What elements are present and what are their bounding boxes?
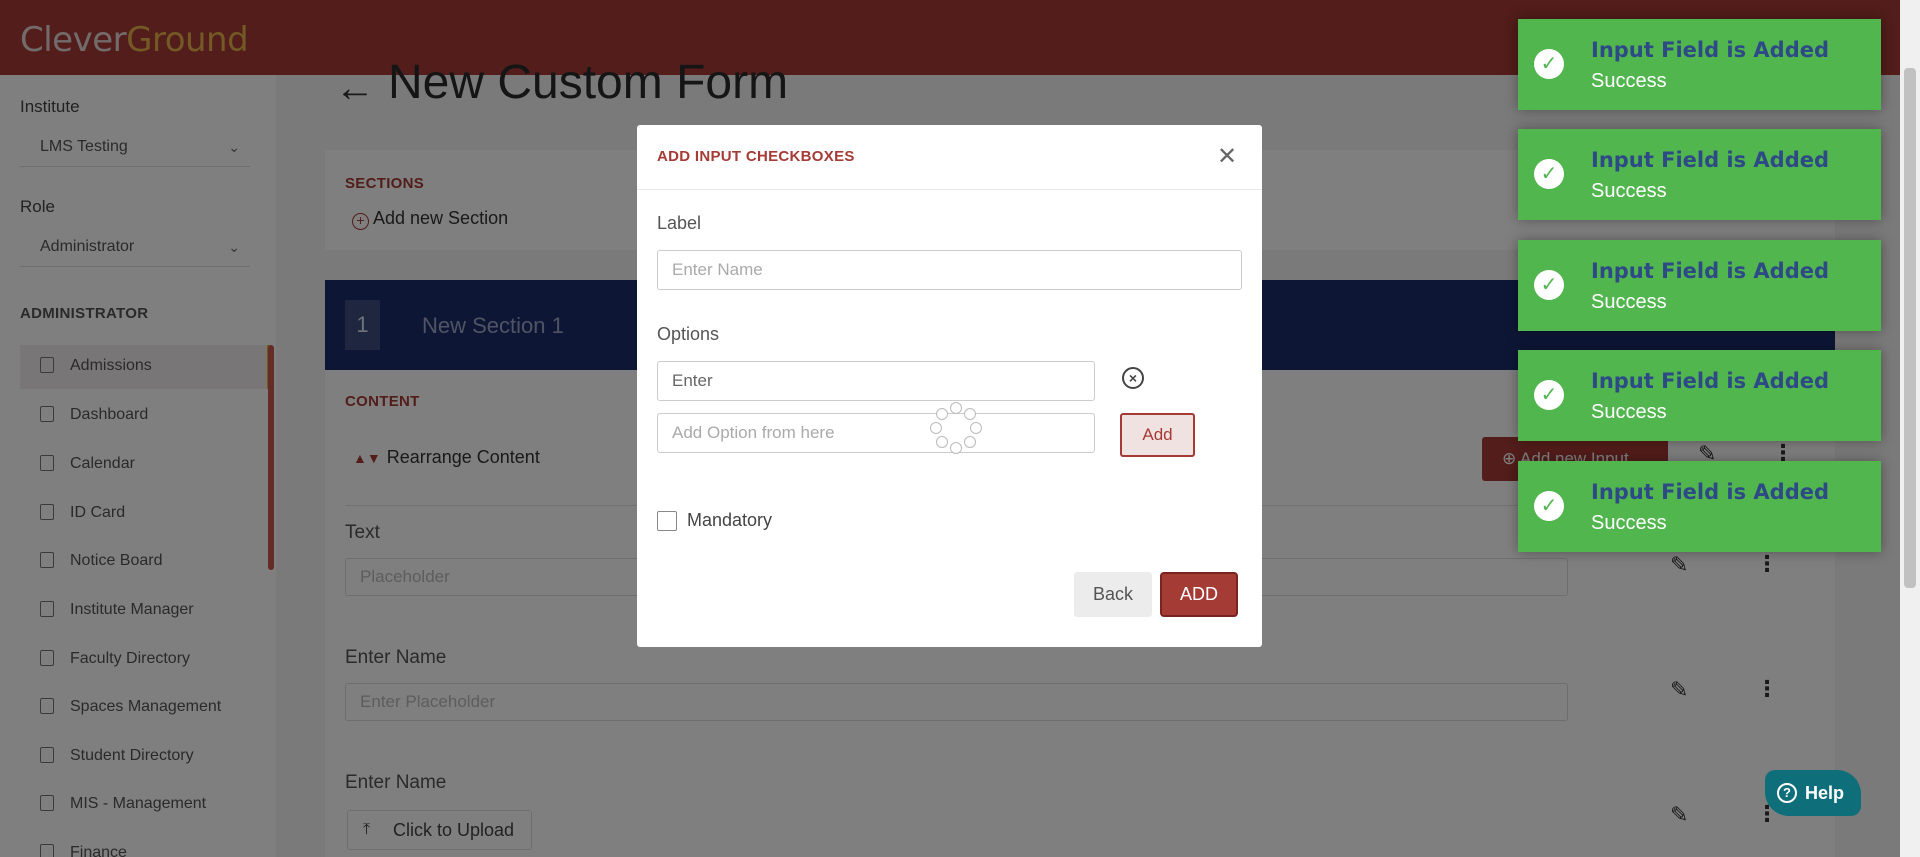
- spinner-dot: [936, 436, 948, 448]
- options-caption: Options: [657, 324, 720, 344]
- toast-title: Input Field is Added: [1591, 148, 1830, 172]
- toast-message: Success: [1591, 291, 1667, 313]
- loading-spinner-icon: [930, 402, 982, 454]
- spinner-dot: [950, 402, 962, 414]
- check-circle-icon: ✓: [1534, 380, 1564, 410]
- spinner-dot: [970, 422, 982, 434]
- toast-message: Success: [1591, 180, 1667, 202]
- label-caption: Label: [657, 213, 702, 233]
- spinner-dot: [930, 422, 942, 434]
- toast-title: Input Field is Added: [1591, 259, 1830, 283]
- page-scrollbar[interactable]: [1900, 0, 1920, 857]
- question-icon: ?: [1777, 783, 1797, 803]
- toast-title: Input Field is Added: [1591, 38, 1830, 62]
- add-option-button[interactable]: Add: [1120, 413, 1195, 457]
- success-toast[interactable]: ✓ Input Field is Added Success: [1518, 240, 1881, 331]
- success-toast[interactable]: ✓ Input Field is Added Success: [1518, 461, 1881, 552]
- dialog-header: ADD INPUT CHECKBOXES ✕: [637, 125, 1262, 190]
- add-submit-button[interactable]: ADD: [1160, 572, 1238, 617]
- toast-title: Input Field is Added: [1591, 369, 1830, 393]
- check-circle-icon: ✓: [1534, 491, 1564, 521]
- toast-message: Success: [1591, 70, 1667, 92]
- mandatory-checkbox[interactable]: [657, 511, 677, 531]
- help-label: Help: [1805, 783, 1845, 803]
- toast-message: Success: [1591, 512, 1667, 534]
- toast-message: Success: [1591, 401, 1667, 423]
- option-input[interactable]: Enter: [657, 361, 1095, 401]
- toast-title: Input Field is Added: [1591, 480, 1830, 504]
- dialog-title: ADD INPUT CHECKBOXES: [657, 148, 855, 165]
- scrollbar-thumb[interactable]: [1904, 68, 1916, 588]
- check-circle-icon: ✓: [1534, 270, 1564, 300]
- success-toast[interactable]: ✓ Input Field is Added Success: [1518, 129, 1881, 220]
- label-input[interactable]: Enter Name: [657, 250, 1242, 290]
- help-button[interactable]: ? Help: [1765, 770, 1861, 816]
- spinner-dot: [964, 436, 976, 448]
- check-circle-icon: ✓: [1534, 49, 1564, 79]
- close-icon[interactable]: ✕: [1217, 142, 1237, 171]
- mandatory-label: Mandatory: [687, 510, 773, 530]
- add-option-input[interactable]: Add Option from here: [657, 413, 1095, 453]
- success-toast[interactable]: ✓ Input Field is Added Success: [1518, 350, 1881, 441]
- spinner-dot: [950, 442, 962, 454]
- remove-option-icon[interactable]: ×: [1122, 367, 1144, 389]
- check-circle-icon: ✓: [1534, 159, 1564, 189]
- back-button[interactable]: Back: [1074, 572, 1152, 617]
- add-input-checkboxes-dialog: ADD INPUT CHECKBOXES ✕ Label Enter Name …: [637, 125, 1262, 647]
- success-toast[interactable]: ✓ Input Field is Added Success: [1518, 19, 1881, 110]
- spinner-dot: [936, 408, 948, 420]
- spinner-dot: [964, 408, 976, 420]
